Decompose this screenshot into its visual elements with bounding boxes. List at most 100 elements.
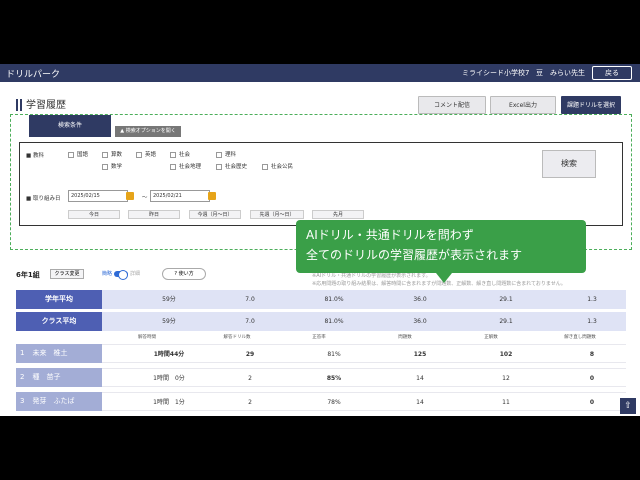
subject-checkbox[interactable]: 理科	[216, 150, 236, 158]
subject-checkbox[interactable]: 社会歴史	[216, 162, 247, 170]
teacher-label: みらい先生	[550, 69, 585, 77]
checkbox-icon	[102, 151, 108, 158]
cell: 0	[589, 375, 595, 382]
quick-date-button[interactable]: 先月	[312, 210, 364, 219]
app-screen: ドリルパーク ミライシード小学校7 豆 みらい先生 戻る 学習履歴 コメント配信…	[0, 64, 640, 416]
student-name-cell[interactable]: 2 種 苗子	[16, 368, 102, 387]
student-name: 発芽 ふたば	[32, 397, 75, 405]
cell: 59分	[162, 296, 176, 303]
cell: 81%	[327, 351, 341, 358]
scroll-top-button[interactable]: ⇧	[620, 398, 636, 414]
tab-options[interactable]: ▲ 検索オプションを開く	[115, 126, 181, 137]
checkbox-icon	[136, 151, 142, 158]
cell: 102	[499, 351, 513, 358]
checkbox-icon	[216, 151, 222, 158]
arrow-up-icon: ⇧	[624, 401, 632, 411]
note-text: ※AIドリル・共通ドリルの学習履歴が表示されます。	[312, 273, 431, 279]
teacher-name: 豆 みらい先生	[536, 68, 585, 78]
row-cells: 59分 7.0 81.0% 36.0 29.1 1.3	[102, 290, 626, 309]
cell: 2	[248, 375, 252, 382]
grade-average-row: 学年平均 59分 7.0 81.0% 36.0 29.1 1.3	[16, 290, 626, 309]
cell: 11	[502, 399, 510, 406]
row-cells: 1時間 1分 2 78% 14 11 0	[102, 392, 626, 411]
date-tilde: 〜	[142, 195, 148, 201]
student-number: 3	[20, 397, 25, 405]
row-label: 学年平均	[16, 290, 102, 309]
search-panel: ■ 教科 国語 算数 英語 社会 理科 数学 社会地理 社会歴史 社会公民 検索…	[19, 142, 623, 226]
student-name: 種 苗子	[32, 373, 61, 381]
column-header: 解答ドリル数	[223, 335, 251, 340]
quick-date-button[interactable]: 昨日	[128, 210, 180, 219]
cell: 12	[502, 375, 510, 382]
cell: 1時間 1分	[153, 399, 185, 406]
subject-checkbox[interactable]: 国語	[68, 150, 88, 158]
quick-date-button[interactable]: 先週（月〜日）	[250, 210, 304, 219]
student-name: 未来 椎土	[32, 349, 68, 357]
excel-button[interactable]: Excel出力	[490, 96, 556, 114]
callout-line: 全てのドリルの学習履歴が表示されます	[306, 248, 523, 262]
checkbox-icon	[170, 151, 176, 158]
page-title: 学習履歴	[16, 96, 66, 111]
student-number: 1	[20, 349, 25, 357]
student-number: 2	[20, 373, 25, 381]
class-name: 6年1組	[16, 271, 40, 279]
cell: 0	[589, 399, 595, 406]
checkbox-icon	[262, 163, 268, 170]
cell: 8	[589, 351, 595, 358]
subject-checkbox[interactable]: 社会地理	[170, 162, 201, 170]
calendar-icon[interactable]	[126, 192, 134, 200]
student-row[interactable]: 2 種 苗子 1時間 0分 2 85% 14 12 0	[16, 368, 626, 387]
cell: 7.0	[245, 296, 255, 303]
student-row[interactable]: 3 発芽 ふたば 1時間 1分 2 78% 14 11 0	[16, 392, 626, 411]
cell: 1時間44分	[153, 351, 185, 358]
back-button[interactable]: 戻る	[592, 66, 632, 80]
subject-checkbox[interactable]: 数学	[102, 162, 122, 170]
title-bar-icon	[16, 99, 18, 111]
callout-line: AIドリル・共通ドリルを問わず	[306, 228, 474, 242]
column-header: 解き直し問題数	[564, 335, 596, 340]
column-header: 問題数	[398, 335, 412, 340]
assign-drill-button[interactable]: 課題ドリルを選択	[561, 96, 621, 114]
teacher-icon: 豆	[536, 69, 543, 77]
student-row[interactable]: 1 未来 椎土 1時間44分 29 81% 125 102 8	[16, 344, 626, 363]
view-toggle[interactable]: 簡略 詳細	[102, 269, 140, 280]
comment-button[interactable]: コメント配信	[418, 96, 486, 114]
row-cells: 1時間 0分 2 85% 14 12 0	[102, 368, 626, 387]
app-header: ドリルパーク ミライシード小学校7 豆 みらい先生 戻る	[0, 64, 640, 82]
subject-checkbox[interactable]: 社会	[170, 150, 190, 158]
cell: 1時間 0分	[153, 375, 185, 382]
cell: 125	[413, 351, 427, 358]
search-button[interactable]: 検索	[542, 150, 596, 178]
subject-label: ■ 教科	[26, 153, 44, 159]
toggle-switch-icon	[114, 269, 129, 280]
subject-checkbox[interactable]: 社会公民	[262, 162, 293, 170]
checkbox-icon	[102, 163, 108, 170]
class-average-row: クラス平均 59分 7.0 81.0% 36.0 29.1 1.3	[16, 312, 626, 331]
cell: 29.1	[499, 296, 513, 303]
title-bar-icon	[20, 99, 22, 111]
subject-checkbox[interactable]: 英語	[136, 150, 156, 158]
tab-conditions[interactable]: 検索条件	[29, 115, 111, 137]
question-icon: ?	[174, 271, 178, 277]
cell: 7.0	[245, 318, 255, 325]
column-header: 正解数	[484, 335, 498, 340]
cell: 14	[416, 399, 424, 406]
cell: 81.0%	[324, 296, 344, 303]
help-button[interactable]: ? 使い方	[162, 268, 206, 280]
column-header: 解答時間	[138, 335, 156, 340]
app-title: ドリルパーク	[6, 70, 61, 80]
quick-date-button[interactable]: 今日	[68, 210, 120, 219]
date-from-input[interactable]: 2025/02/15	[68, 190, 128, 202]
class-change-button[interactable]: クラス変更	[50, 269, 84, 279]
student-name-cell[interactable]: 1 未来 椎土	[16, 344, 102, 363]
quick-date-button[interactable]: 今週（月〜日）	[189, 210, 241, 219]
student-name-cell[interactable]: 3 発芽 ふたば	[16, 392, 102, 411]
subject-checkbox[interactable]: 算数	[102, 150, 122, 158]
row-cells: 1時間44分 29 81% 125 102 8	[102, 344, 626, 363]
calendar-icon[interactable]	[208, 192, 216, 200]
date-to-input[interactable]: 2025/02/21	[150, 190, 210, 202]
cell: 81.0%	[324, 318, 344, 325]
school-name: ミライシード小学校7	[462, 69, 530, 77]
cell: 36.0	[413, 296, 427, 303]
row-cells: 59分 7.0 81.0% 36.0 29.1 1.3	[102, 312, 626, 331]
